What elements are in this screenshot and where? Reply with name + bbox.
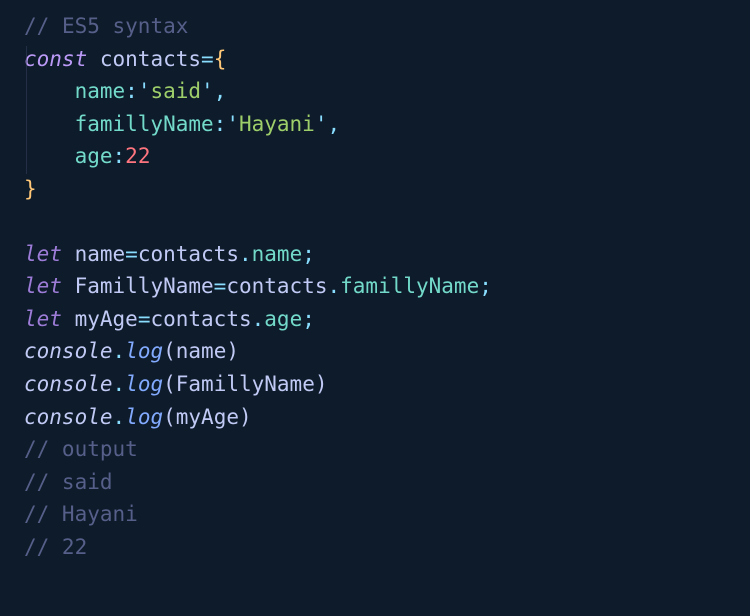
log-method: log xyxy=(125,405,163,429)
comment-line: // 22 xyxy=(24,535,87,559)
object-key: famillyName xyxy=(75,112,214,136)
identifier: myAge xyxy=(75,307,138,331)
property-access: name xyxy=(252,242,303,266)
indent-guide xyxy=(26,46,27,174)
code-block: // ES5 syntax const contacts={ name:'sai… xyxy=(24,10,730,563)
console-object: console xyxy=(24,339,113,363)
number-literal: 22 xyxy=(125,144,150,168)
identifier: FamillyName xyxy=(75,274,214,298)
console-object: console xyxy=(24,405,113,429)
log-method: log xyxy=(125,372,163,396)
string-literal: said xyxy=(150,79,201,103)
identifier: contacts xyxy=(100,47,201,71)
object-key: name xyxy=(75,79,126,103)
comment-line: // output xyxy=(24,437,138,461)
property-access: age xyxy=(264,307,302,331)
keyword-let: let xyxy=(24,307,62,331)
property-access: famillyName xyxy=(340,274,479,298)
string-literal: Hayani xyxy=(239,112,315,136)
log-method: log xyxy=(125,339,163,363)
comment-line: // ES5 syntax xyxy=(24,14,188,38)
comment-line: // said xyxy=(24,470,113,494)
keyword-const: const xyxy=(24,47,87,71)
keyword-let: let xyxy=(24,242,62,266)
object-key: age xyxy=(75,144,113,168)
identifier: name xyxy=(75,242,126,266)
comment-line: // Hayani xyxy=(24,502,138,526)
console-object: console xyxy=(24,372,113,396)
keyword-let: let xyxy=(24,274,62,298)
